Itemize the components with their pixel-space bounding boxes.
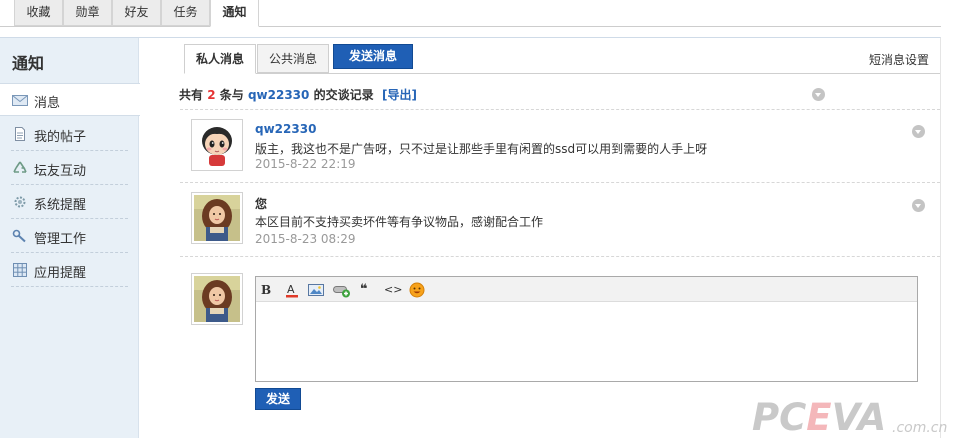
- collapse-all-icon[interactable]: [812, 88, 825, 101]
- avatar[interactable]: [191, 192, 243, 244]
- code-icon[interactable]: <>: [384, 282, 402, 298]
- message-settings-link[interactable]: 短消息设置: [869, 51, 929, 68]
- send-reply-button[interactable]: 发送: [255, 388, 301, 410]
- sidebar: 通知 消息 我的帖子 坛友互动 系统提醒 管理工作 应用提醒: [0, 38, 140, 438]
- sidebar-item-label: 应用提醒: [34, 266, 87, 281]
- sidebar-item-label: 管理工作: [34, 232, 87, 247]
- sidebar-item-label: 我的帖子: [34, 130, 87, 145]
- cartoon-boy-avatar-icon: [194, 122, 240, 168]
- message-text: 本区目前不支持买卖坏件等有争议物品，感谢配合工作: [255, 215, 544, 229]
- avatar[interactable]: [191, 119, 243, 171]
- message-menu-icon[interactable]: [912, 199, 925, 212]
- sidebar-item-my-posts[interactable]: 我的帖子: [0, 118, 139, 151]
- divider: [11, 252, 128, 253]
- reply-editor: B A ❝ <>: [255, 276, 918, 382]
- message-count: 2: [207, 88, 216, 102]
- sidebar-item-label: 坛友互动: [34, 164, 87, 179]
- export-link[interactable]: [导出]: [382, 88, 417, 102]
- top-tab-divider: [0, 26, 941, 27]
- tab-label: 任务: [173, 5, 198, 19]
- avatar: [191, 273, 243, 325]
- wrench-icon: [12, 229, 28, 243]
- editor-toolbar: B A ❝ <>: [256, 277, 917, 302]
- grid-icon: [12, 263, 28, 277]
- tab-favorites[interactable]: 收藏: [14, 0, 63, 26]
- divider: [180, 182, 940, 183]
- content-tab-divider: [184, 73, 940, 74]
- tab-friends[interactable]: 好友: [112, 0, 161, 26]
- right-gutter: [941, 0, 959, 438]
- image-icon[interactable]: [308, 282, 324, 298]
- recycle-icon: [12, 161, 28, 175]
- tab-private-messages[interactable]: 私人消息: [184, 44, 256, 74]
- font-color-icon[interactable]: A: [284, 282, 300, 298]
- pceva-watermark: PCEVA: [752, 396, 887, 438]
- tab-notifications[interactable]: 通知: [210, 0, 259, 27]
- divider: [180, 256, 940, 257]
- tab-label: 好友: [124, 5, 149, 19]
- conversation-user-link[interactable]: qw22330: [248, 88, 309, 102]
- girl-photo-avatar-icon: [194, 276, 240, 322]
- divider: [11, 286, 128, 287]
- message-menu-icon[interactable]: [912, 125, 925, 138]
- reply-textarea[interactable]: [256, 303, 917, 381]
- divider: [180, 109, 940, 110]
- top-tab-bar: 收藏 勋章 好友 任务 通知: [0, 0, 959, 27]
- message-text: 版主，我这也不是广告呀，只不过是让那些手里有闲置的ssd可以用到需要的人手上呀: [255, 142, 708, 156]
- message-time: 2015-8-22 22:19: [255, 157, 356, 171]
- tab-label: 公共消息: [268, 52, 317, 66]
- sidebar-title: 通知: [12, 54, 45, 73]
- watermark-domain: .com.cn: [892, 420, 948, 436]
- smiley-icon[interactable]: [409, 282, 425, 298]
- tab-tasks[interactable]: 任务: [161, 0, 210, 26]
- sidebar-item-messages[interactable]: 消息: [0, 83, 140, 116]
- girl-photo-avatar-icon: [194, 195, 240, 241]
- message-time: 2015-8-23 08:29: [255, 232, 356, 246]
- quote-icon[interactable]: ❝: [360, 282, 376, 298]
- tab-label: 通知: [222, 5, 247, 19]
- sidebar-item-management[interactable]: 管理工作: [0, 220, 139, 253]
- svg-text:A: A: [287, 283, 295, 296]
- document-icon: [12, 127, 28, 141]
- message-sender-link[interactable]: qw22330: [255, 122, 316, 136]
- sidebar-item-interaction[interactable]: 坛友互动: [0, 152, 139, 185]
- gear-icon: [12, 195, 28, 209]
- divider: [11, 218, 128, 219]
- summary-suffix: 的交谈记录: [313, 88, 374, 102]
- sidebar-item-label: 系统提醒: [34, 198, 87, 213]
- sidebar-item-system[interactable]: 系统提醒: [0, 186, 139, 219]
- link-icon[interactable]: [333, 282, 351, 298]
- tab-label: 勋章: [75, 5, 100, 19]
- bold-icon[interactable]: B: [261, 282, 277, 298]
- message-sender-label: 您: [255, 197, 268, 211]
- summary-prefix: 共有: [179, 88, 204, 102]
- tab-label: 收藏: [26, 5, 51, 19]
- divider: [11, 184, 128, 185]
- divider: [11, 150, 128, 151]
- conversation-summary: 共有 2 条与 qw22330 的交谈记录 [导出]: [179, 86, 417, 103]
- send-message-button[interactable]: 发送消息: [333, 44, 413, 69]
- summary-middle: 条与: [219, 88, 244, 102]
- sidebar-item-label: 消息: [34, 96, 61, 111]
- tab-public-messages[interactable]: 公共消息: [257, 44, 329, 73]
- tab-medals[interactable]: 勋章: [63, 0, 112, 26]
- envelope-icon: [12, 93, 28, 107]
- tab-label: 私人消息: [195, 52, 244, 66]
- sidebar-item-app-alerts[interactable]: 应用提醒: [0, 254, 139, 287]
